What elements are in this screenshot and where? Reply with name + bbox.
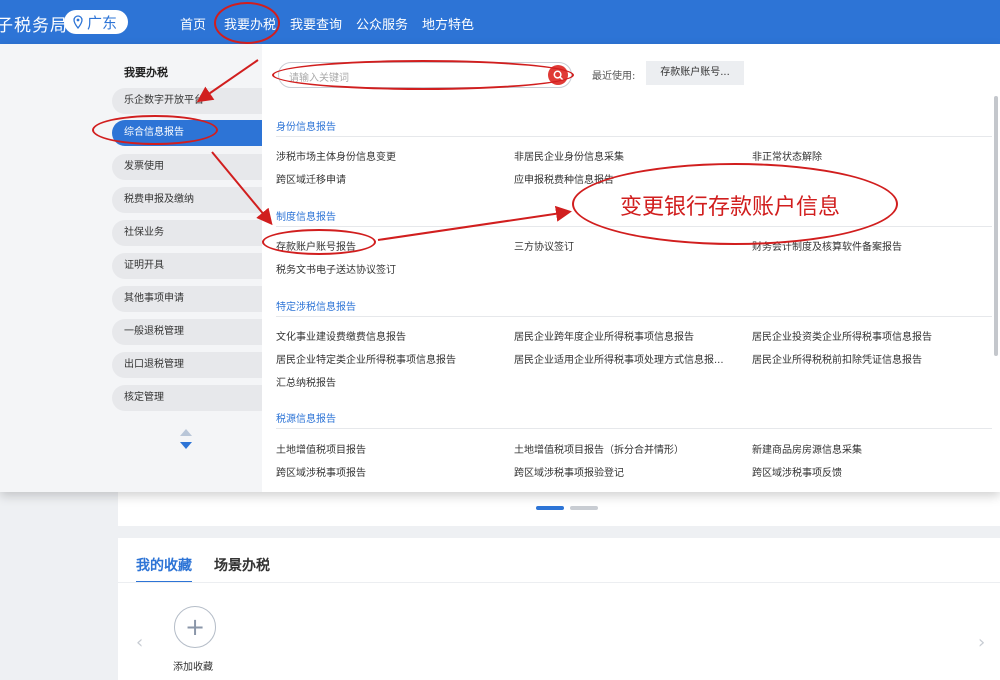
section-title-identity: 身份信息报告 (276, 122, 336, 133)
carousel-dot[interactable] (570, 506, 598, 510)
annotation-circle-nav (214, 2, 280, 44)
favorites-tabs: 我的收藏 场景办税 (136, 555, 270, 583)
section-title-specific: 特定涉税信息报告 (276, 302, 356, 313)
menu-link[interactable]: 居民企业适用企业所得税事项处理方式信息报... (514, 351, 724, 366)
sidebar-item-general-refund[interactable]: 一般退税管理 (112, 319, 262, 345)
menu-link[interactable]: 居民企业跨年度企业所得税事项信息报告 (514, 328, 694, 343)
sidebar-item-certificate[interactable]: 证明开具 (112, 253, 262, 279)
section-divider (276, 136, 992, 137)
annotation-callout-text: 变更银行存款账户信息 (620, 195, 841, 220)
sidebar-item-leqi-platform[interactable]: 乐企数字开放平台 (112, 88, 262, 114)
carousel-dot-active[interactable] (536, 506, 564, 510)
plus-icon[interactable]: + (174, 606, 216, 648)
menu-link[interactable]: 居民企业投资类企业所得税事项信息报告 (752, 328, 932, 343)
tab-my-favorites[interactable]: 我的收藏 (136, 555, 192, 583)
section-divider (276, 316, 992, 317)
site-title: 子税务局 (0, 16, 68, 36)
nav-query[interactable]: 我要查询 (290, 14, 342, 33)
add-favorite-label: 添加收藏 (173, 662, 213, 673)
menu-link[interactable]: 税务文书电子送达协议签订 (276, 261, 396, 276)
sidebar-item-invoice[interactable]: 发票使用 (112, 154, 262, 180)
chevron-right-icon[interactable]: › (978, 632, 985, 653)
annotation-circle-sidebar (92, 115, 218, 145)
menu-link[interactable]: 非正常状态解除 (752, 148, 822, 163)
menu-link[interactable]: 跨区域涉税事项报告 (276, 464, 366, 479)
annotation-circle-link (262, 229, 376, 255)
location-pin-icon (73, 15, 83, 29)
section-divider (276, 428, 992, 429)
chevron-left-icon[interactable]: ‹ (136, 632, 143, 653)
section-title-system: 制度信息报告 (276, 212, 336, 223)
sidebar-item-declare-pay[interactable]: 税费申报及缴纳 (112, 187, 262, 213)
recent-label: 最近使用: (592, 71, 636, 82)
menu-link[interactable]: 土地增值税项目报告 (276, 441, 366, 456)
menu-link[interactable]: 三方协议签订 (514, 238, 574, 253)
do-tax-dropdown-panel: 我要办税 乐企数字开放平台 综合信息报告 发票使用 税费申报及缴纳 社保业务 证… (0, 44, 1000, 492)
scroll-updown-icon[interactable] (178, 428, 194, 450)
menu-link[interactable]: 跨区域迁移申请 (276, 171, 346, 186)
sidebar-item-assessment[interactable]: 核定管理 (112, 385, 262, 411)
section-title-tax-source: 税源信息报告 (276, 414, 336, 425)
tab-scenario-tax[interactable]: 场景办税 (214, 555, 270, 583)
menu-link[interactable]: 土地增值税项目报告（拆分合并情形） (514, 441, 684, 456)
tabs-divider (118, 582, 1000, 583)
recent-item-chip[interactable]: 存款账户账号... (646, 61, 744, 85)
menu-link[interactable]: 居民企业特定类企业所得税事项信息报告 (276, 351, 456, 366)
menu-link[interactable]: 文化事业建设费缴费信息报告 (276, 328, 406, 343)
menu-link[interactable]: 居民企业所得税税前扣除凭证信息报告 (752, 351, 922, 366)
location-label: 广东 (87, 13, 118, 32)
nav-public-service[interactable]: 公众服务 (356, 14, 408, 33)
sidebar-title: 我要办税 (124, 66, 168, 79)
location-selector[interactable]: 广东 (64, 10, 128, 34)
menu-link[interactable]: 非居民企业身份信息采集 (514, 148, 624, 163)
top-nav-bar: 子税务局 广东 首页 我要办税 我要查询 公众服务 地方特色 (0, 0, 1000, 44)
menu-link[interactable]: 跨区域涉税事项反馈 (752, 464, 842, 479)
menu-link[interactable]: 汇总纳税报告 (276, 374, 336, 389)
sidebar-item-social-security[interactable]: 社保业务 (112, 220, 262, 246)
sidebar: 我要办税 乐企数字开放平台 综合信息报告 发票使用 税费申报及缴纳 社保业务 证… (0, 44, 262, 492)
annotation-circle-search (272, 60, 574, 90)
sidebar-item-export-refund[interactable]: 出口退税管理 (112, 352, 262, 378)
menu-link[interactable]: 涉税市场主体身份信息变更 (276, 148, 396, 163)
menu-link[interactable]: 新建商品房房源信息采集 (752, 441, 862, 456)
sidebar-item-other-request[interactable]: 其他事项申请 (112, 286, 262, 312)
panel-scrollbar[interactable] (994, 96, 998, 356)
menu-link[interactable]: 跨区域涉税事项报验登记 (514, 464, 624, 479)
nav-local-feature[interactable]: 地方特色 (422, 14, 474, 33)
nav-home[interactable]: 首页 (180, 14, 206, 33)
